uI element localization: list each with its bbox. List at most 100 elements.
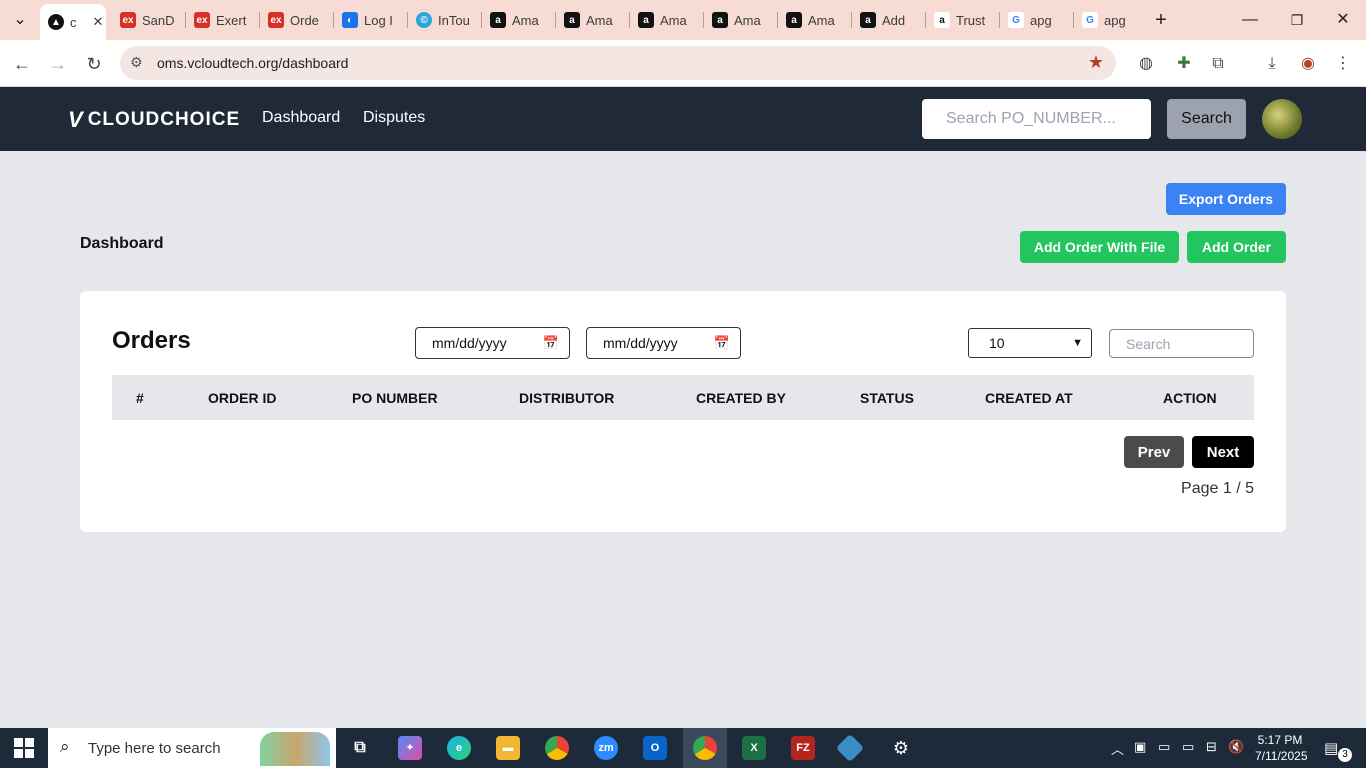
ex-icon: ex: [120, 12, 136, 28]
amazon-smile-icon: a: [934, 12, 950, 28]
extensions-puzzle-icon[interactable]: ⧉: [1206, 52, 1230, 76]
tab-separator: [259, 12, 260, 28]
tab[interactable]: ex Exert: [194, 6, 250, 34]
tab[interactable]: Gapg: [1008, 6, 1064, 34]
task-view-icon[interactable]: ⧉: [348, 736, 372, 760]
tab-separator: [777, 12, 778, 28]
new-tab-icon[interactable]: +: [1149, 8, 1173, 32]
ex-icon: ex: [194, 12, 210, 28]
close-window-icon[interactable]: ✕: [1331, 8, 1355, 32]
tab[interactable]: a Trust: [934, 6, 990, 34]
tab-active[interactable]: ▲ c ✕: [40, 4, 106, 40]
orders-search-input[interactable]: [1109, 329, 1254, 358]
app-diamond-icon[interactable]: [835, 733, 865, 763]
calendar-icon[interactable]: 📅: [714, 328, 730, 358]
tab[interactable]: a Add: [860, 6, 916, 34]
close-tab-icon[interactable]: ✕: [93, 14, 104, 30]
add-order-button[interactable]: Add Order: [1187, 231, 1286, 263]
minimize-icon[interactable]: —: [1238, 8, 1262, 32]
address-bar[interactable]: ⚙ oms.vcloudtech.org/dashboard ★: [120, 46, 1116, 80]
site-settings-icon[interactable]: ⚙: [130, 54, 143, 71]
filezilla-icon[interactable]: FZ: [791, 736, 815, 760]
taskbar-search[interactable]: ⌕ Type here to search: [48, 728, 336, 768]
page-title: Dashboard: [80, 235, 164, 252]
tab[interactable]: ex Orde: [268, 6, 324, 34]
restore-icon[interactable]: ❐: [1285, 8, 1309, 32]
outlook-icon[interactable]: O: [643, 736, 667, 760]
notification-count-badge: 3: [1338, 748, 1352, 762]
chrome-profile-icon[interactable]: [693, 736, 717, 760]
site-icon: ▲: [48, 14, 64, 30]
tab-separator: [703, 12, 704, 28]
tab[interactable]: a Ama: [786, 6, 842, 34]
nav-disputes[interactable]: Disputes: [363, 109, 425, 127]
battery-icon[interactable]: ▭: [1182, 739, 1194, 755]
tab[interactable]: a Ama: [712, 6, 768, 34]
column-header: DISTRIBUTOR: [519, 390, 615, 406]
date-to-input[interactable]: mm/dd/yyyy 📅: [586, 327, 741, 359]
logo-mark-icon: V: [68, 107, 84, 132]
network-icon[interactable]: ⊟: [1206, 739, 1217, 755]
orders-card: Orders mm/dd/yyyy 📅 mm/dd/yyyy 📅 10 ▼ # …: [80, 291, 1286, 532]
logo[interactable]: V CLOUDCHOICE: [68, 107, 240, 133]
meet-now-icon[interactable]: ▣: [1134, 739, 1146, 755]
chevron-down-icon: ▼: [1072, 337, 1083, 349]
search-button[interactable]: Search: [1167, 99, 1246, 139]
amazon-icon: a: [490, 12, 506, 28]
excel-icon[interactable]: X: [742, 736, 766, 760]
column-header: #: [136, 390, 144, 406]
profile-icon[interactable]: ◉: [1296, 52, 1320, 76]
login-icon: ◐: [342, 12, 358, 28]
chrome-icon[interactable]: [545, 736, 569, 760]
extension-icon[interactable]: ✚: [1172, 52, 1196, 76]
po-search-input[interactable]: [922, 99, 1151, 139]
file-explorer-icon[interactable]: ▬: [496, 736, 520, 760]
calendar-icon[interactable]: 📅: [543, 328, 559, 358]
url-text[interactable]: oms.vcloudtech.org/dashboard: [157, 55, 348, 71]
zoom-icon[interactable]: zm: [594, 736, 618, 760]
display-icon[interactable]: ▭: [1158, 739, 1170, 755]
translate-icon[interactable]: ◍: [1134, 52, 1158, 76]
tab[interactable]: a Ama: [638, 6, 694, 34]
export-orders-button[interactable]: Export Orders: [1166, 183, 1286, 215]
back-icon[interactable]: ←: [10, 52, 34, 76]
reload-icon[interactable]: ↻: [82, 52, 106, 76]
tab-list-icon[interactable]: ⌄: [8, 8, 32, 32]
tab[interactable]: ◐ Log I: [342, 6, 398, 34]
tab-separator: [333, 12, 334, 28]
tab[interactable]: © InTou: [416, 6, 472, 34]
nav-dashboard[interactable]: Dashboard: [262, 109, 340, 127]
amazon-icon: a: [564, 12, 580, 28]
tab[interactable]: a Ama: [564, 6, 620, 34]
tab[interactable]: ex SanD: [120, 6, 176, 34]
avatar[interactable]: [1262, 99, 1302, 139]
tray-chevron-up-icon[interactable]: ︿: [1111, 739, 1124, 758]
menu-icon[interactable]: ⋮: [1331, 52, 1355, 76]
copilot-icon[interactable]: ✦: [398, 736, 422, 760]
prev-page-button[interactable]: Prev: [1124, 436, 1184, 468]
add-order-with-file-button[interactable]: Add Order With File: [1020, 231, 1179, 263]
amazon-icon: a: [860, 12, 876, 28]
clock[interactable]: 5:17 PM 7/11/2025: [1255, 732, 1308, 764]
orders-title: Orders: [112, 327, 191, 354]
next-page-button[interactable]: Next: [1192, 436, 1254, 468]
volume-mute-icon[interactable]: 🔇: [1228, 739, 1244, 755]
google-icon: G: [1008, 12, 1024, 28]
settings-icon[interactable]: ⚙: [889, 736, 913, 760]
column-header: CREATED AT: [985, 390, 1073, 406]
search-highlight-image: [260, 732, 330, 766]
bookmark-star-icon[interactable]: ★: [1088, 52, 1104, 73]
tab[interactable]: Gapg: [1082, 6, 1138, 34]
forward-icon[interactable]: →: [46, 52, 70, 76]
app-header: V CLOUDCHOICE Dashboard Disputes Search: [0, 87, 1366, 151]
date-from-input[interactable]: mm/dd/yyyy 📅: [415, 327, 570, 359]
edge-icon[interactable]: e: [447, 736, 471, 760]
windows-start-icon[interactable]: [14, 738, 34, 758]
page-size-select[interactable]: 10 ▼: [968, 328, 1092, 358]
tab-separator: [407, 12, 408, 28]
download-icon[interactable]: ⤓: [1260, 52, 1284, 76]
notifications-icon[interactable]: ▤: [1324, 739, 1338, 757]
tab[interactable]: a Ama: [490, 6, 546, 34]
tab-separator: [851, 12, 852, 28]
tab-separator: [481, 12, 482, 28]
